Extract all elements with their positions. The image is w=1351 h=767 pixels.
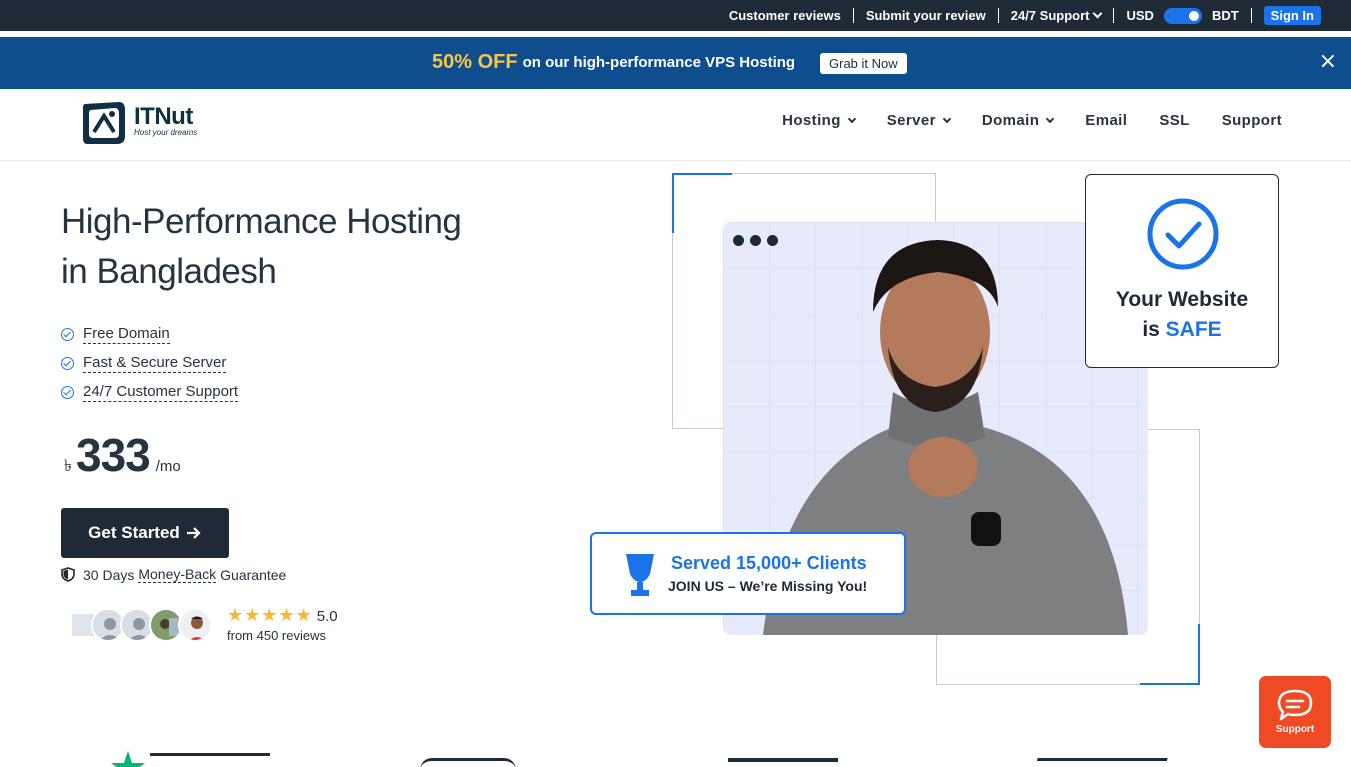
window-dot xyxy=(733,235,744,246)
decorative-frame-accent xyxy=(672,173,732,233)
submit-review-link[interactable]: Submit your review xyxy=(866,8,986,23)
customer-reviews-link[interactable]: Customer reviews xyxy=(729,8,841,23)
chevron-down-icon xyxy=(1046,114,1055,123)
hostadvice-logo xyxy=(1032,753,1168,767)
feature-label[interactable]: Free Domain xyxy=(83,325,170,344)
reviewer-avatars xyxy=(70,608,212,642)
get-started-button[interactable]: Get Started xyxy=(61,508,229,558)
promo-highlight: 50% OFF xyxy=(432,51,518,73)
nav-item-label: Server xyxy=(886,112,936,129)
chevron-down-icon xyxy=(847,114,857,123)
safe-card-highlight: SAFE xyxy=(1165,318,1222,341)
window-dots xyxy=(733,235,784,246)
star-rating-icon: ★★★★★ xyxy=(227,605,313,625)
window-dot xyxy=(750,235,761,246)
brand-tagline: Host your dreams xyxy=(134,128,198,137)
google-logo xyxy=(420,753,516,767)
feature-label[interactable]: Fast & Secure Server xyxy=(83,354,227,373)
divider xyxy=(852,8,854,23)
decorative-frame-accent xyxy=(1140,624,1200,685)
currency-usd-label: USD xyxy=(1126,8,1154,23)
nav-item-label: Domain xyxy=(981,112,1040,129)
check-circle-icon xyxy=(61,386,74,399)
feature-list: Free Domain Fast & Secure Server 24/7 Cu… xyxy=(61,320,239,407)
logo-icon[interactable] xyxy=(79,98,129,152)
divider xyxy=(997,8,999,23)
check-circle-icon xyxy=(61,328,74,341)
window-dot xyxy=(767,235,778,246)
support-dropdown[interactable]: 24/7 Support xyxy=(1010,8,1103,23)
price-period: /mo xyxy=(155,458,181,475)
clients-title: Served 15,000+ Clients xyxy=(671,553,867,573)
money-back-link[interactable]: Money-Back xyxy=(138,566,217,583)
shield-icon xyxy=(61,567,75,582)
avatar xyxy=(178,608,212,642)
nav-item-domain[interactable]: Domain xyxy=(981,112,1055,129)
feature-item: Free Domain xyxy=(61,320,238,349)
nav-item-label: Email xyxy=(1085,112,1128,129)
nav-menu: Hosting Server Domain Email SSL Support xyxy=(750,112,1282,129)
brand-name: ITNut xyxy=(134,103,193,130)
promo-banner: 50% OFF on our high-performance VPS Host… xyxy=(0,37,1351,89)
sign-in-button[interactable]: Sign In xyxy=(1263,6,1321,25)
get-started-label: Get Started xyxy=(88,523,180,542)
clients-subtitle: JOIN US – We’re Missing You! xyxy=(668,578,868,594)
nav-item-label: Support xyxy=(1221,112,1282,129)
currency-symbol: ৳ xyxy=(64,458,72,475)
close-icon[interactable]: × xyxy=(1319,51,1337,73)
chevron-down-icon xyxy=(1093,8,1103,19)
nav-item-label: SSL xyxy=(1159,112,1190,129)
guarantee-days: 30 Days xyxy=(83,566,135,583)
currency-bdt-label: BDT xyxy=(1211,8,1239,23)
support-dropdown-label: 24/7 Support xyxy=(1010,8,1090,23)
support-chat-button[interactable]: Support xyxy=(1259,676,1331,748)
price-amount: 333 xyxy=(75,429,151,481)
check-circle-icon xyxy=(1147,198,1219,270)
support-widget-label: Support xyxy=(1275,724,1315,735)
nav-item-ssl[interactable]: SSL xyxy=(1159,112,1189,129)
chevron-down-icon xyxy=(942,114,952,123)
nav-item-hosting[interactable]: Hosting xyxy=(782,112,857,129)
promo-text: 50% OFF on our high-performance VPS Host… xyxy=(432,51,795,74)
safe-card-prefix: is xyxy=(1142,318,1160,341)
nav-item-support[interactable]: Support xyxy=(1222,112,1282,129)
review-count: from 450 reviews xyxy=(227,628,326,643)
rating-score: 5.0 xyxy=(316,608,338,625)
logo-text[interactable]: ITNut Host your dreams xyxy=(134,103,197,137)
check-circle-icon xyxy=(61,357,74,370)
hero-title-line2: in Bangladesh xyxy=(61,252,277,291)
website-safe-card: Your Website is SAFE xyxy=(1085,174,1279,368)
feature-label[interactable]: 24/7 Customer Support xyxy=(83,383,239,402)
rating-summary: ★★★★★ 5.0 from 450 reviews xyxy=(227,605,338,643)
hero-title-line1: High-Performance Hosting xyxy=(61,202,462,241)
safe-card-line1: Your Website xyxy=(1115,288,1249,311)
clients-card: Served 15,000+ Clients JOIN US – We’re M… xyxy=(590,532,906,615)
nav-item-server[interactable]: Server xyxy=(886,112,952,129)
trustpilot-star-icon xyxy=(111,751,145,767)
facebook-logo xyxy=(728,753,838,767)
trustpilot-logo xyxy=(150,753,270,767)
feature-item: Fast & Secure Server xyxy=(61,349,238,378)
guarantee-text: Guarantee xyxy=(220,566,287,583)
feature-item: 24/7 Customer Support xyxy=(61,378,239,407)
top-bar-links: Customer reviews Submit your review 24/7… xyxy=(729,0,1321,31)
chat-bubble-icon xyxy=(1277,689,1313,721)
trophy-icon xyxy=(626,554,654,596)
top-bar: Customer reviews Submit your review 24/7… xyxy=(0,0,1351,31)
promo-message: on our high-performance VPS Hosting xyxy=(522,54,796,71)
nav-item-label: Hosting xyxy=(782,112,841,129)
divider xyxy=(1250,8,1252,23)
currency-toggle[interactable] xyxy=(1163,7,1202,24)
money-back-guarantee: 30 Days Money-Back Guarantee xyxy=(61,566,286,583)
safe-card-line2: is SAFE xyxy=(1086,318,1278,342)
arrow-right-icon xyxy=(186,527,201,539)
price: ৳ 333 /mo xyxy=(64,428,181,482)
toggle-knob xyxy=(1188,10,1199,21)
review-platform-logos xyxy=(0,745,1351,767)
grab-it-now-button[interactable]: Grab it Now xyxy=(820,53,907,74)
hero-title: High-Performance Hosting in Bangladesh xyxy=(61,197,462,297)
divider xyxy=(1113,8,1115,23)
nav-item-email[interactable]: Email xyxy=(1085,112,1127,129)
